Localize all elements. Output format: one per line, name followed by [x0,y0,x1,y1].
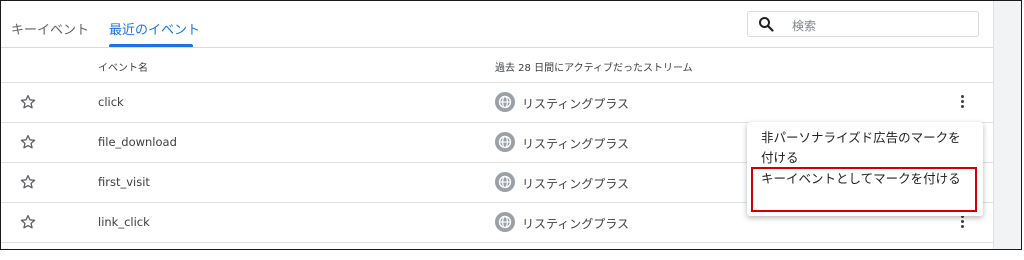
globe-icon [495,92,515,112]
right-gutter [993,1,1021,249]
star-icon[interactable] [19,173,37,191]
highlight-box [751,167,977,212]
search-input[interactable]: 検索 [792,17,816,34]
search-icon [759,17,774,32]
globe-icon [495,172,515,192]
stream-name: リスティングプラス [522,97,630,111]
event-name: file_download [98,135,177,149]
events-panel: キーイベント 最近のイベント 検索 イベント名 過去 28 日間にアクティブだっ… [0,0,1022,250]
star-icon[interactable] [19,213,37,231]
active-tab-indicator [109,44,193,47]
stream-name: リスティングプラス [522,137,630,151]
column-header-stream[interactable]: 過去 28 日間にアクティブだったストリーム [495,59,693,74]
more-options-icon[interactable] [959,214,967,230]
event-name: first_visit [98,175,150,189]
column-header-event-name[interactable]: イベント名 [98,59,148,74]
globe-icon [495,212,515,232]
menu-item-mark-non-personalized-ads[interactable]: 非パーソナライズド広告のマークを付ける [761,128,973,168]
stream-name: リスティングプラス [522,177,630,191]
event-name: click [98,95,124,109]
event-name: link_click [98,215,150,229]
table-row[interactable]: click リスティングプラス [1,82,993,123]
star-icon[interactable] [19,93,37,111]
tab-bar: キーイベント 最近のイベント 検索 [1,1,993,48]
table-header: イベント名 過去 28 日間にアクティブだったストリーム [1,48,993,83]
search-box[interactable]: 検索 [747,11,979,37]
stream-name: リスティングプラス [522,217,630,231]
tab-key-events[interactable]: キーイベント [11,19,89,38]
tab-recent-events[interactable]: 最近のイベント [109,19,200,38]
globe-icon [495,132,515,152]
more-options-icon[interactable] [959,94,967,110]
star-icon[interactable] [19,133,37,151]
